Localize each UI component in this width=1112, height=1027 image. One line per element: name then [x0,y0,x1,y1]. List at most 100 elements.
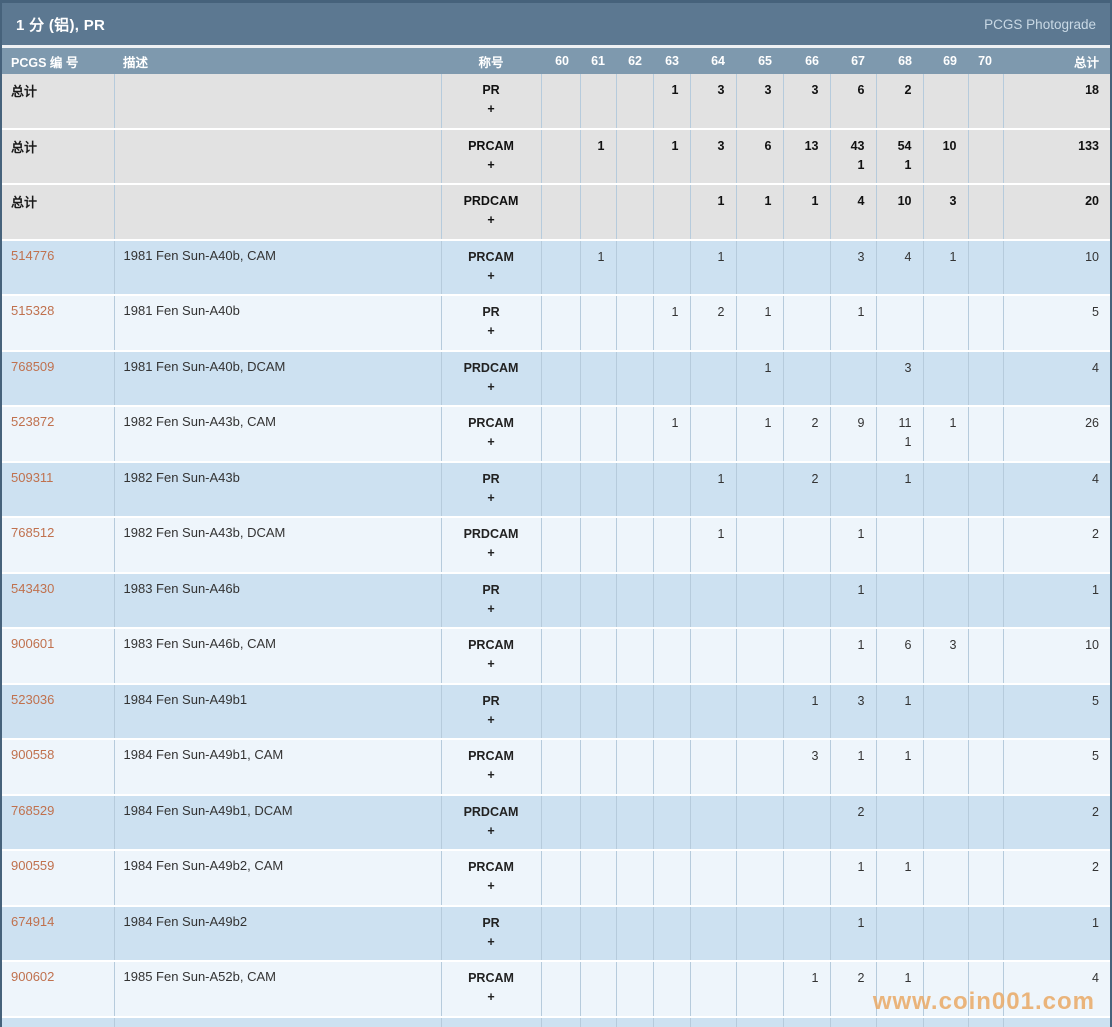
grade-count [924,81,957,100]
grade-count [784,636,819,655]
grade-cell-62 [616,905,654,962]
pcgs-number-link[interactable]: 900601 [11,636,54,651]
pcgs-number-link[interactable]: 515328 [11,303,54,318]
pcgs-number-link[interactable]: 900559 [11,858,54,873]
grade-count: 1 [857,860,865,874]
grade-count [831,470,865,489]
column-header-designation: 称号 [441,48,541,74]
grade-count: 1 [671,416,679,430]
pcgs-number-link[interactable]: 543430 [11,581,54,596]
grade-cell-65 [736,850,784,907]
grade-count [542,248,569,267]
grade-cell-66 [783,295,831,352]
grade-cell-66: 2 [783,461,831,518]
grade-cell-60 [541,295,581,352]
pcgs-number-link[interactable]: 523036 [11,692,54,707]
pcgs-photograde-link[interactable]: PCGS Photograde [984,17,1096,32]
grade-cell-68: 1 [876,739,924,796]
grade-cell-64 [690,1016,737,1027]
pcgs-number-link[interactable]: 514776 [11,248,54,263]
title-bar: 1 分 (铝), PR PCGS Photograde [2,3,1110,48]
grade-cell-62 [616,683,654,740]
grade-cell-64 [690,628,737,685]
description-cell: 1983 Fen Sun-A46b, CAM [114,628,442,685]
grade-count: 4 [1092,360,1099,375]
grade-cell-68: 6 [876,628,924,685]
grade-count [581,914,605,933]
grade-cell-67: 1 [830,850,877,907]
grade-count [654,192,679,211]
population-table: PCGS 编 号描述 称号 60 61 62 63 64 65 66 67 68 69 70 总计 总计 P… [2,48,1110,1027]
pcgs-number-cell: 900559 [2,850,115,907]
grade-cell-60 [541,961,581,1018]
pcgs-number-link[interactable]: 509311 [11,470,53,485]
grade-count: 1 [857,527,865,541]
pcgs-number-link[interactable]: 768529 [11,803,54,818]
pcgs-number-cell: 523872 [2,406,115,463]
designation-cell: PR + [441,461,542,518]
grade-count: 1 [1092,582,1099,597]
grade-count: 1 [949,416,957,430]
plus-label: + [487,102,495,116]
grade-cell-63 [653,794,691,851]
grade-count [737,525,772,544]
pcgs-number-link[interactable]: 900558 [11,747,54,762]
grade-count [877,914,912,933]
total-cell: 2 [1003,794,1110,851]
pcgs-number-link[interactable]: 523872 [11,414,54,429]
grade-count: 1 [671,138,679,153]
table-row: 900559 1984 Fen Sun-A49b2, CAM PRCAM +1 1 2 [2,850,1110,907]
grade-count [924,747,957,766]
grade-count: 1 [597,138,605,153]
total-cell: 1 [1003,905,1110,962]
table-row: 514776 1981 Fen Sun-A40b, CAM PRCAM +1 1 3 4 1 1… [2,239,1110,296]
pcgs-number-link[interactable]: 900602 [11,969,54,984]
grade-count: 2 [811,416,819,430]
grade-count [737,914,772,933]
grade-cell-65: 1 [736,406,784,463]
grade-cell-68: 2 [876,74,924,130]
pcgs-number-link[interactable]: 674914 [11,914,54,929]
grade-cell-60 [541,517,581,574]
grade-count: 1 [671,83,679,97]
grade-cell-60 [541,406,581,463]
grade-count [654,359,679,378]
pcgs-number-link[interactable]: 768509 [11,359,54,374]
grade-cell-65 [736,683,784,740]
total-cell: 4 [1003,961,1110,1018]
grade-cell-62 [616,239,654,296]
grade-cell-62 [616,295,654,352]
grade-count: 1 [857,305,865,319]
grade-cell-64: 1 [690,461,737,518]
grade-count [617,581,642,600]
plus-label: + [487,823,495,838]
grade-cell-65 [736,461,784,518]
grade-count [617,414,642,433]
grade-count: 3 [904,360,912,375]
designation-cell: PRCAM + [441,850,542,907]
grade-count [784,581,819,600]
grade-cell-64 [690,683,737,740]
grade-count [542,470,569,489]
grade-count [831,359,865,378]
grade-count [617,969,642,988]
pcgs-number-link[interactable]: 768512 [11,525,54,540]
description-cell: 1984 Fen Sun-A49b2 [114,905,442,962]
grade-count [737,636,772,655]
description-cell: 1982 Fen Sun-A43b [114,461,442,518]
grade-count [617,359,642,378]
table-row: 523872 1982 Fen Sun-A43b, CAM PRCAM +1 1 2 9 11… [2,406,1110,463]
grade-cell-68: 1 [876,850,924,907]
grade-cell-63 [653,350,691,407]
pcgs-number-cell: 768509 [2,350,115,407]
plus-label: + [487,546,495,560]
grade-count [617,137,642,156]
column-header-grade-66: 66 [783,48,830,74]
grade-cell-63: 1 [653,128,691,185]
grade-cell-67: 1 [830,572,877,629]
grade-cell-60 [541,74,581,130]
grade-count: 1 [857,915,865,930]
pcgs-number-cell: 515328 [2,295,115,352]
column-header-row: PCGS 编 号描述 称号 60 61 62 63 64 65 66 67 68 69 70 总计 [2,48,1110,74]
grade-cell-65: 6 [736,128,784,185]
